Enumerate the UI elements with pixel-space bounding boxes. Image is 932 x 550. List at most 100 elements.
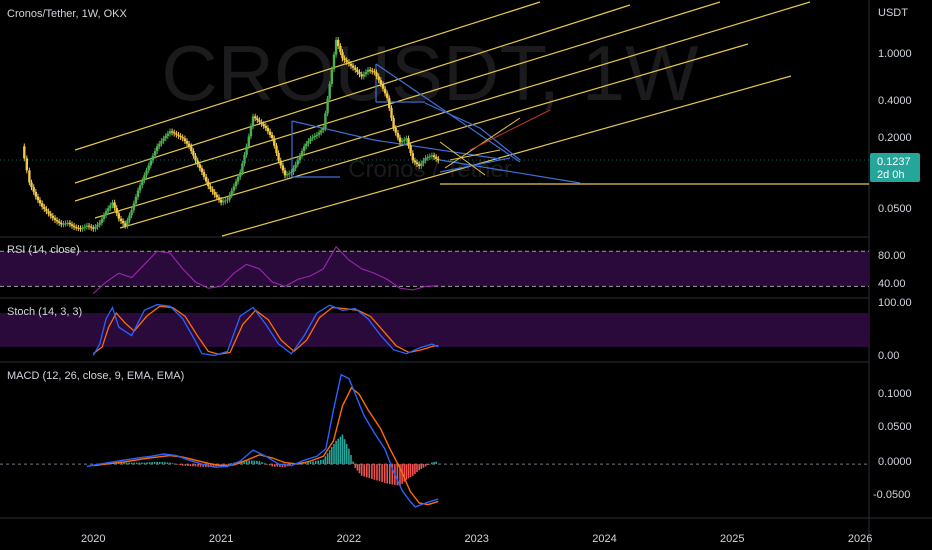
price-tick-label[interactable]: 1.0000 — [878, 48, 912, 60]
candle-body[interactable] — [356, 69, 359, 72]
candle-body[interactable] — [130, 210, 133, 216]
candle-body[interactable] — [121, 221, 125, 224]
candle-body[interactable] — [209, 186, 212, 190]
candle-body[interactable] — [153, 151, 157, 156]
macd-tick-label[interactable]: 0.1000 — [878, 388, 912, 400]
candle-body[interactable] — [87, 225, 91, 227]
macd-histogram-bar[interactable] — [256, 460, 258, 465]
candle-body[interactable] — [415, 162, 419, 165]
candle-body[interactable] — [49, 213, 52, 216]
macd-histogram-bar[interactable] — [164, 462, 166, 465]
time-tick-label[interactable]: 2023 — [464, 533, 488, 545]
macd-histogram-bar[interactable] — [197, 464, 199, 467]
candle-body[interactable] — [283, 170, 287, 176]
price-tick-label[interactable]: 0.2000 — [878, 132, 912, 144]
candle-body[interactable] — [115, 207, 118, 214]
macd-histogram-bar[interactable] — [433, 462, 435, 465]
candle-body[interactable] — [420, 163, 423, 166]
macd-histogram-bar[interactable] — [426, 464, 429, 466]
macd-histogram-bar[interactable] — [158, 461, 161, 465]
candle-body[interactable] — [211, 189, 214, 192]
candle-body[interactable] — [366, 69, 370, 72]
rsi-tick-label[interactable]: 80.00 — [878, 250, 906, 262]
time-tick-label[interactable]: 2022 — [337, 533, 361, 545]
candle-body[interactable] — [324, 113, 327, 129]
candle-body[interactable] — [277, 153, 280, 161]
candle-body[interactable] — [379, 80, 382, 84]
candle-body[interactable] — [347, 61, 351, 64]
candle-body[interactable] — [215, 194, 218, 198]
candle-body[interactable] — [96, 224, 99, 227]
candle-body[interactable] — [271, 134, 274, 139]
macd-histogram-bar[interactable] — [143, 462, 146, 465]
candle-body[interactable] — [313, 135, 316, 138]
macd-histogram-bar[interactable] — [179, 464, 181, 465]
candle-body[interactable] — [326, 98, 329, 114]
macd-histogram-bar[interactable] — [371, 464, 373, 479]
candle-body[interactable] — [138, 185, 142, 191]
candle-body[interactable] — [64, 223, 67, 225]
candle-body[interactable] — [400, 140, 404, 143]
candle-body[interactable] — [247, 136, 250, 147]
macd-histogram-bar[interactable] — [187, 464, 189, 466]
candle-body[interactable] — [398, 137, 402, 143]
candle-body[interactable] — [190, 146, 193, 151]
candle-body[interactable] — [38, 200, 42, 204]
candle-body[interactable] — [260, 122, 263, 124]
candle-body[interactable] — [275, 145, 278, 154]
macd-histogram-bar[interactable] — [333, 443, 335, 465]
candle-body[interactable] — [230, 190, 233, 196]
stoch-tick-label[interactable]: 0.00 — [878, 350, 899, 362]
candle-body[interactable] — [320, 130, 323, 133]
candle-body[interactable] — [143, 175, 146, 181]
candle-body[interactable] — [98, 222, 101, 225]
candle-body[interactable] — [177, 134, 180, 136]
candle-body[interactable] — [132, 203, 135, 211]
candle-body[interactable] — [371, 70, 374, 72]
macd-histogram-bar[interactable] — [358, 464, 361, 474]
candle-body[interactable] — [373, 71, 376, 73]
macd-histogram-bar[interactable] — [258, 461, 261, 465]
candle-body[interactable] — [170, 131, 174, 133]
candle-body[interactable] — [92, 227, 95, 229]
candle-body[interactable] — [305, 143, 308, 147]
candle-body[interactable] — [254, 116, 257, 119]
macd-histogram-bar[interactable] — [412, 464, 414, 476]
candle-body[interactable] — [337, 39, 340, 46]
candle-body[interactable] — [62, 223, 65, 225]
candle-body[interactable] — [369, 69, 372, 71]
macd-histogram-bar[interactable] — [352, 461, 354, 465]
macd-histogram-bar[interactable] — [416, 464, 418, 473]
candle-body[interactable] — [222, 201, 225, 203]
candle-body[interactable] — [128, 215, 131, 221]
candle-body[interactable] — [45, 209, 48, 212]
candle-body[interactable] — [358, 72, 361, 75]
candle-body[interactable] — [413, 160, 417, 163]
macd-histogram-bar[interactable] — [228, 463, 230, 465]
candle-body[interactable] — [173, 132, 176, 134]
macd-histogram-bar[interactable] — [435, 461, 437, 465]
candle-body[interactable] — [273, 138, 276, 146]
macd-histogram-bar[interactable] — [148, 462, 151, 465]
macd-histogram-bar[interactable] — [345, 443, 348, 465]
macd-histogram-bar[interactable] — [174, 463, 176, 465]
candle-body[interactable] — [72, 225, 76, 228]
macd-histogram-bar[interactable] — [184, 464, 187, 466]
candle-body[interactable] — [226, 199, 229, 201]
macd-histogram-bar[interactable] — [363, 464, 365, 477]
macd-histogram-bar[interactable] — [169, 462, 171, 465]
candle-body[interactable] — [405, 138, 408, 140]
macd-histogram-bar[interactable] — [337, 438, 339, 465]
candle-body[interactable] — [51, 215, 54, 218]
candle-body[interactable] — [345, 60, 348, 62]
candle-body[interactable] — [245, 146, 248, 155]
candle-body[interactable] — [341, 52, 344, 59]
macd-histogram-bar[interactable] — [326, 453, 329, 465]
candle-body[interactable] — [288, 173, 291, 175]
candle-body[interactable] — [290, 172, 293, 174]
macd-histogram-bar[interactable] — [378, 464, 381, 482]
macd-histogram-bar[interactable] — [418, 464, 420, 471]
trading-chart[interactable]: CROUSDT, 1W Cronos / Tether Cronos/Tethe… — [0, 0, 932, 550]
candle-body[interactable] — [207, 181, 210, 187]
stoch-tick-label[interactable]: 100.00 — [878, 297, 912, 309]
